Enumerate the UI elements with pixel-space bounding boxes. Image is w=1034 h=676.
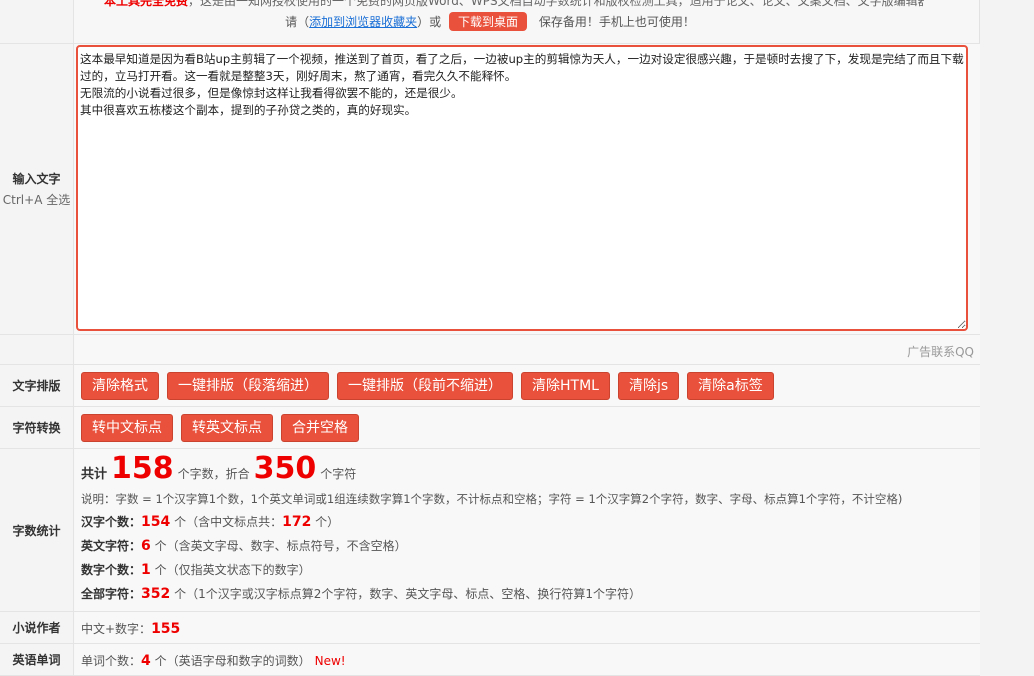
format-cell: 清除格式 一键排版（段落缩进） 一键排版（段前不缩进） 清除HTML 清除js … — [75, 365, 980, 406]
english-words-count: 4 — [141, 653, 151, 669]
stats-label: 字数统计 — [0, 449, 74, 611]
input-label-cell: 输入文字 Ctrl+A 全选 — [0, 44, 74, 334]
convert-cell: 转中文标点 转英文标点 合并空格 — [75, 407, 980, 448]
format-label: 文字排版 — [0, 365, 74, 406]
novel-label: 小说作者 — [0, 612, 74, 643]
stats-cell: 共计 158 个字数，折合 350 个字符 说明：字数 = 1个汉字算1个数，1… — [75, 449, 980, 611]
digit-note: （仅指英文状态下的数字） — [166, 563, 311, 577]
novel-cell: 中文+数字：155 — [75, 612, 980, 643]
hanzi-label: 汉字个数： — [81, 515, 142, 529]
digit-count: 1 — [141, 562, 151, 578]
ad-row: 广告联系QQ — [0, 335, 980, 365]
hanzi-with-punct-count: 172 — [282, 514, 312, 530]
bookmark-link[interactable]: 添加到浏览器收藏夹 — [309, 15, 417, 29]
hanzi-count: 154 — [141, 514, 171, 530]
clear-html-button[interactable]: 清除HTML — [521, 372, 610, 400]
format-row: 文字排版 清除格式 一键排版（段落缩进） 一键排版（段前不缩进） 清除HTML … — [0, 365, 980, 407]
english-label: 英文字符： — [81, 539, 142, 553]
all-chars-note: （1个汉字或汉字标点算2个字符，数字、英文字母、标点、空格、换行符算1个字符） — [186, 587, 642, 601]
hint-or: ）或 — [417, 15, 442, 29]
english-unit: 个 — [154, 539, 167, 553]
all-chars-label: 全部字符： — [81, 587, 142, 601]
convert-row: 字符转换 转中文标点 转英文标点 合并空格 — [0, 407, 980, 449]
hanzi-unit: 个 — [174, 515, 187, 529]
char-count-unit: 个字符 — [320, 467, 357, 481]
hint-suffix: 保存备用！手机上也可使用！ — [538, 15, 695, 29]
english-words-label: 英语单词 — [0, 644, 74, 675]
merge-spaces-button[interactable]: 合并空格 — [281, 414, 359, 442]
digit-line: 数字个数：1 个（仅指英文状态下的数字） — [81, 561, 311, 578]
input-label: 输入文字 — [12, 171, 61, 186]
english-words-cell: 单词个数：4 个（英语字母和数字的词数） New! — [75, 644, 980, 675]
input-row: 输入文字 Ctrl+A 全选 — [0, 44, 980, 335]
english-words-row: 英语单词 单词个数：4 个（英语字母和数字的词数） New! — [0, 644, 980, 676]
layout-no-indent-button[interactable]: 一键排版（段前不缩进） — [337, 372, 513, 400]
novel-count: 155 — [151, 621, 181, 637]
english-line: 英文字符：6 个（含英文字母、数字、标点符号，不含空格） — [81, 537, 407, 554]
english-words-note: （英语字母和数字的词数） — [166, 654, 311, 668]
save-hint: 请（添加到浏览器收藏夹）或 下载到桌面 保存备用！手机上也可使用！ — [0, 12, 980, 31]
english-words-unit: 个 — [154, 654, 167, 668]
new-badge: New! — [314, 654, 346, 668]
to-english-punct-button[interactable]: 转英文标点 — [181, 414, 273, 442]
novel-row: 小说作者 中文+数字：155 — [0, 612, 980, 644]
novel-text: 中文+数字： — [81, 622, 152, 636]
hanzi-note-end: 个） — [315, 515, 340, 529]
hanzi-note: （含中文标点共： — [186, 515, 283, 529]
notice-highlight: 本工具完全免费 — [104, 0, 189, 8]
layout-indent-button[interactable]: 一键排版（段落缩进） — [167, 372, 329, 400]
download-desktop-button[interactable]: 下载到桌面 — [449, 12, 528, 31]
select-all-hint: Ctrl+A 全选 — [2, 192, 71, 207]
tool-panel: 本工具完全免费，这是由一知网授权使用的一个免费的网页版Word、WPS文档自动字… — [0, 0, 980, 676]
english-count: 6 — [141, 538, 151, 554]
hint-prefix: 请（ — [285, 15, 310, 29]
hanzi-line: 汉字个数：154 个（含中文标点共：172 个） — [81, 513, 339, 530]
count-explanation: 说明：字数 = 1个汉字算1个数，1个英文单词或1组连续数字算1个字数，不计标点… — [81, 492, 903, 506]
clear-a-tag-button[interactable]: 清除a标签 — [687, 372, 774, 400]
ad-cell: 广告联系QQ — [75, 335, 980, 364]
right-gutter — [981, 0, 1034, 676]
word-count-value: 158 — [111, 451, 174, 486]
digit-unit: 个 — [154, 563, 167, 577]
ad-label-cell — [0, 335, 74, 364]
convert-label: 字符转换 — [0, 407, 74, 448]
total-summary: 共计 158 个字数，折合 350 个字符 — [81, 451, 356, 486]
english-words-line: 单词个数：4 个（英语字母和数字的词数） New! — [81, 652, 346, 669]
word-count-unit: 个字数，折合 — [177, 467, 250, 481]
clear-js-button[interactable]: 清除js — [617, 372, 680, 400]
all-chars-line: 全部字符：352 个（1个汉字或汉字标点算2个字符，数字、英文字母、标点、空格、… — [81, 585, 641, 602]
notice-text: ，这是由一知网授权使用的一个免费的网页版Word、WPS文档自动字数统计和版权检… — [188, 0, 924, 8]
clear-format-button[interactable]: 清除格式 — [81, 372, 159, 400]
to-chinese-punct-button[interactable]: 转中文标点 — [81, 414, 173, 442]
top-notice-row: 本工具完全免费，这是由一知网授权使用的一个免费的网页版Word、WPS文档自动字… — [0, 0, 980, 44]
stats-row: 字数统计 共计 158 个字数，折合 350 个字符 说明：字数 = 1个汉字算… — [0, 449, 980, 612]
char-count-value: 350 — [253, 451, 317, 486]
english-words-text: 单词个数： — [81, 654, 142, 668]
input-cell — [75, 44, 980, 334]
text-input-area[interactable] — [76, 45, 968, 331]
ad-contact-link[interactable]: 广告联系QQ — [907, 343, 974, 360]
total-prefix: 共计 — [81, 467, 108, 482]
all-chars-unit: 个 — [174, 587, 187, 601]
novel-count-line: 中文+数字：155 — [81, 620, 180, 637]
all-chars-count: 352 — [141, 586, 171, 602]
top-notice: 本工具完全免费，这是由一知网授权使用的一个免费的网页版Word、WPS文档自动字… — [104, 0, 924, 9]
digit-label: 数字个数： — [81, 563, 142, 577]
english-note: （含英文字母、数字、标点符号，不含空格） — [166, 539, 407, 553]
